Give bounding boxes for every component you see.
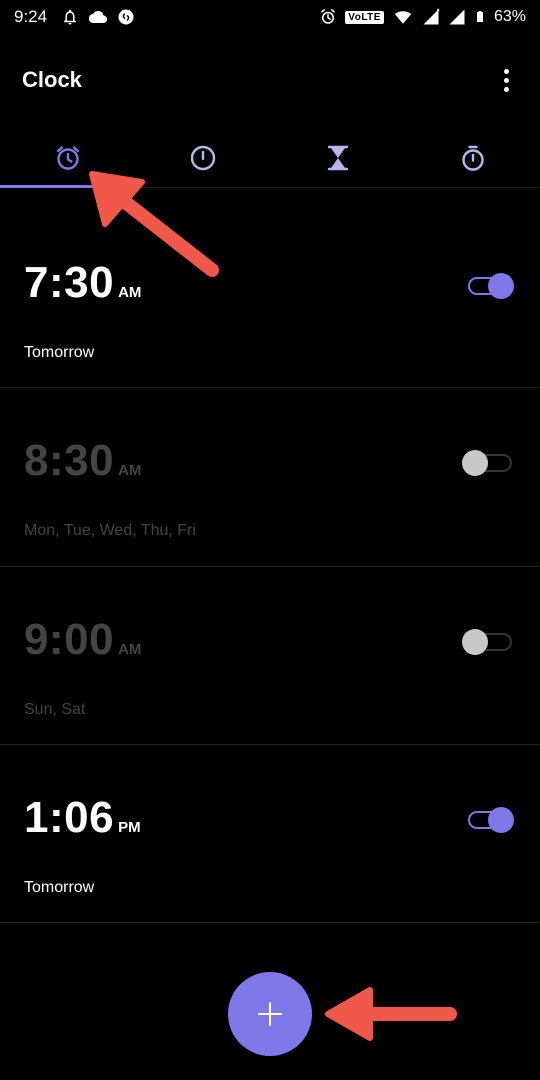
- status-time: 9:24: [14, 7, 48, 26]
- battery-percent: 63%: [493, 8, 526, 25]
- tab-alarm[interactable]: [0, 132, 135, 188]
- overflow-dot: [503, 86, 509, 92]
- tab-stopwatch[interactable]: [405, 132, 540, 184]
- more-vert-icon[interactable]: [494, 65, 518, 95]
- annotation-arrow: [325, 987, 457, 1041]
- app-bar: Clock: [0, 52, 540, 108]
- overflow-dot: [503, 77, 509, 83]
- signal-icon: [449, 9, 465, 25]
- notification-bell-icon: [64, 9, 77, 25]
- alarm-toggle[interactable]: [462, 450, 512, 476]
- toggle-knob: [462, 629, 488, 655]
- signal-icon: [423, 8, 440, 25]
- alarm-days: Sun, Sat: [24, 701, 86, 718]
- alarm-time[interactable]: 8:30 AM: [24, 436, 141, 486]
- plus-icon: [258, 1002, 282, 1026]
- alarm-ampm: AM: [118, 462, 142, 479]
- page-title: Clock: [22, 67, 82, 92]
- shazam-icon: [118, 9, 134, 25]
- alarm-ampm: AM: [118, 284, 142, 301]
- toggle-knob: [488, 273, 514, 299]
- alarm-time-value: 7:30: [24, 258, 115, 307]
- alarm-time[interactable]: 9:00 AM: [24, 615, 141, 665]
- alarm-time-value: 1:06: [24, 793, 115, 842]
- alarm-time[interactable]: 1:06 PM: [24, 793, 141, 843]
- tab-clock[interactable]: [135, 132, 270, 184]
- cloud-icon: [89, 11, 108, 24]
- alarm-days: Tomorrow: [24, 879, 95, 896]
- battery-icon: [476, 11, 483, 22]
- tab-bar: [0, 132, 540, 188]
- alarm-ampm: PM: [118, 819, 141, 836]
- wifi-icon: [394, 11, 412, 24]
- tab-timer[interactable]: [270, 132, 405, 184]
- alarm-ampm: AM: [118, 641, 142, 658]
- alarm-item[interactable]: 7:30 AM Tomorrow: [0, 188, 540, 388]
- add-alarm-button[interactable]: [228, 972, 312, 1056]
- alarm-item[interactable]: 9:00 AM Sun, Sat: [0, 567, 540, 745]
- toggle-knob: [462, 450, 488, 476]
- alarm-toggle[interactable]: [462, 629, 512, 655]
- alarm-toggle[interactable]: [468, 807, 514, 833]
- stopwatch-icon: [461, 145, 484, 171]
- alarm-days: Tomorrow: [24, 344, 95, 361]
- alarm-time[interactable]: 7:30 AM: [24, 258, 141, 308]
- toggle-knob: [488, 807, 514, 833]
- overflow-dot: [503, 68, 509, 74]
- alarm-toggle[interactable]: [468, 273, 514, 299]
- alarm-days: Mon, Tue, Wed, Thu, Fri: [24, 522, 196, 539]
- alarm-icon: [321, 9, 336, 24]
- alarm-time-value: 9:00: [24, 615, 115, 664]
- status-left-icons: [61, 8, 135, 26]
- alarm-item[interactable]: 1:06 PM Tomorrow: [0, 745, 540, 923]
- alarm-item[interactable]: 8:30 AM Mon, Tue, Wed, Thu, Fri: [0, 388, 540, 567]
- volte-badge: VoLTE: [345, 10, 384, 24]
- clock-icon: [190, 145, 215, 171]
- alarm-clock-icon: [56, 146, 79, 170]
- alarm-list: 7:30 AM Tomorrow 8:30 AM Mon, Tue, Wed, …: [0, 188, 540, 923]
- status-bar: 9:24 VoLTE 63%: [0, 0, 540, 34]
- status-right-icons: VoLTE 63%: [319, 8, 526, 26]
- alarm-time-value: 8:30: [24, 436, 115, 485]
- hourglass-icon: [327, 145, 348, 171]
